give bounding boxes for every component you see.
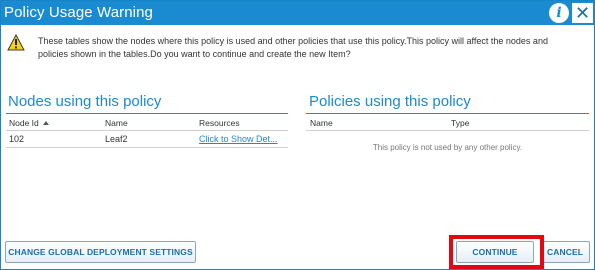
cell-name: Leaf2 [105, 134, 128, 144]
cell-node-id: 102 [9, 134, 25, 144]
show-details-link[interactable]: Click to Show Det... [199, 134, 287, 144]
table-row-divider [6, 147, 288, 148]
change-global-deployment-settings-button[interactable]: CHANGE GLOBAL DEPLOYMENT SETTINGS [5, 241, 196, 263]
continue-highlight-box [449, 235, 544, 269]
table-header-divider [6, 130, 288, 131]
column-header-node-id[interactable]: Node Id [9, 118, 49, 128]
column-header-label: Node Id [9, 118, 39, 128]
cancel-button[interactable]: CANCEL [540, 241, 590, 263]
policies-section-rule [306, 113, 589, 114]
table-header-divider [306, 130, 589, 131]
warning-icon [7, 34, 25, 51]
dialog-title: Policy Usage Warning [4, 4, 154, 21]
column-header-type[interactable]: Type [451, 118, 469, 128]
column-header-policy-name[interactable]: Name [310, 118, 333, 128]
empty-table-message: This policy is not used by any other pol… [372, 143, 523, 152]
info-icon[interactable]: i [549, 3, 569, 23]
column-header-name[interactable]: Name [105, 118, 128, 128]
dialog-titlebar: Policy Usage Warning i ✕ [1, 1, 594, 25]
sort-ascending-icon [42, 121, 49, 125]
policy-usage-warning-dialog: Policy Usage Warning i ✕ These tables sh… [0, 0, 595, 270]
warning-message: These tables show the nodes where this p… [38, 36, 548, 59]
column-header-resources[interactable]: Resources [199, 118, 240, 128]
nodes-section-rule [6, 113, 288, 114]
nodes-section-title: Nodes using this policy [8, 93, 162, 110]
close-icon[interactable]: ✕ [572, 3, 593, 23]
policies-section-title: Policies using this policy [309, 93, 471, 110]
